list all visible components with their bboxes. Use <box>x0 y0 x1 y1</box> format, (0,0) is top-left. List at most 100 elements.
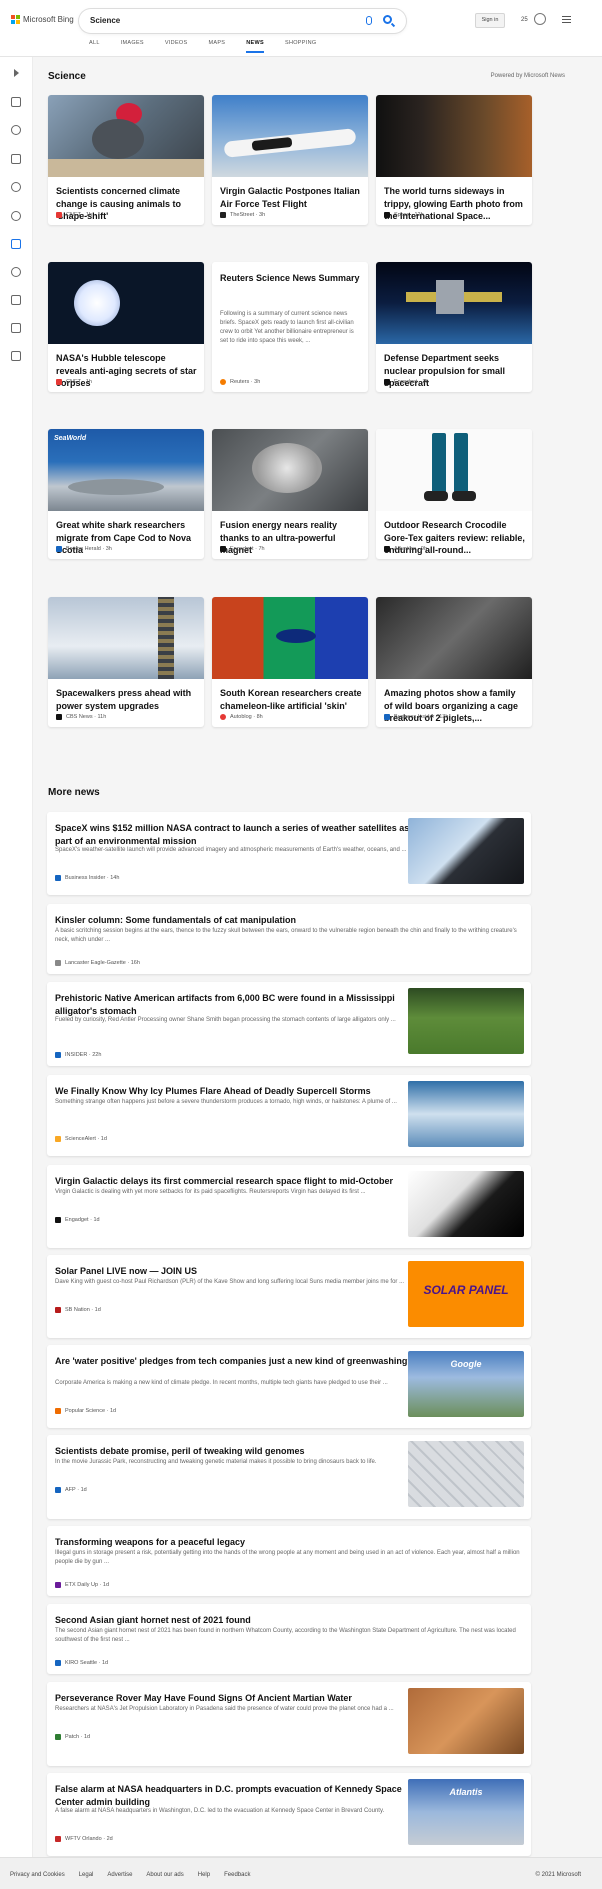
more-news-title-link[interactable]: Scientists debate promise, peril of twea… <box>55 1445 415 1458</box>
more-news-item[interactable]: Scientists debate promise, peril of twea… <box>47 1435 531 1519</box>
more-news-item[interactable]: Prehistoric Native American artifacts fr… <box>47 982 531 1066</box>
crosshair-icon[interactable] <box>11 125 21 135</box>
news-card[interactable]: South Korean researchers create chameleo… <box>212 597 368 727</box>
search-box[interactable]: Science <box>79 9 406 33</box>
rewards-trophy-icon[interactable] <box>534 13 546 25</box>
rewards-count[interactable]: 25 <box>521 17 528 23</box>
more-news-title-link[interactable]: Solar Panel LIVE now — JOIN US <box>55 1265 415 1278</box>
more-news-source: Patch · 1d <box>55 1734 90 1740</box>
footer-help-link[interactable]: Help <box>198 1872 210 1878</box>
footer-legal-link[interactable]: Legal <box>79 1872 94 1878</box>
more-news-title-link[interactable]: Virgin Galactic delays its first commerc… <box>55 1175 415 1188</box>
film-icon[interactable] <box>11 295 21 305</box>
news-card[interactable]: The world turns sideways in trippy, glow… <box>376 95 532 225</box>
expand-sidebar-icon[interactable] <box>14 69 19 77</box>
microphone-icon[interactable] <box>366 16 372 25</box>
more-news-thumbnail[interactable]: SOLAR PANEL <box>408 1261 524 1327</box>
card-source: Engadget · 7h <box>220 546 265 552</box>
globe-icon[interactable] <box>11 211 21 221</box>
tab-videos[interactable]: VIDEOS <box>165 40 188 53</box>
hamburger-menu-icon[interactable] <box>562 16 571 23</box>
more-news-thumbnail[interactable]: Google <box>408 1351 524 1417</box>
cbs-news-favicon-icon <box>56 714 62 720</box>
news-card[interactable]: NASA's Hubble telescope reveals anti-agi… <box>48 262 204 392</box>
more-news-source: SB Nation · 1d <box>55 1307 101 1313</box>
home-icon[interactable] <box>11 97 21 107</box>
card-source: CBS News · 11h <box>56 714 106 720</box>
thestreet-favicon-icon <box>220 212 226 218</box>
tab-images[interactable]: IMAGES <box>121 40 144 53</box>
footer-privacy-link[interactable]: Privacy and Cookies <box>10 1872 65 1878</box>
more-news-title-link[interactable]: Kinsler column: Some fundamentals of cat… <box>55 914 525 927</box>
news-card[interactable]: Virgin Galactic Postpones Italian Air Fo… <box>212 95 368 225</box>
more-news-thumbnail[interactable] <box>408 1688 524 1754</box>
more-news-source: Business Insider · 14h <box>55 875 119 881</box>
more-news-snippet: Dave King with guest co-host Paul Richar… <box>55 1279 405 1285</box>
more-news-title-link[interactable]: We Finally Know Why Icy Plumes Flare Ahe… <box>55 1085 415 1098</box>
bing-logo[interactable]: Microsoft Bing <box>11 15 74 24</box>
sign-in-button[interactable]: Sign in <box>475 13 505 28</box>
more-news-item[interactable]: False alarm at NASA headquarters in D.C.… <box>47 1773 531 1856</box>
news-card[interactable]: Fusion energy nears reality thanks to an… <box>212 429 368 559</box>
card-image <box>48 95 204 177</box>
search-input[interactable]: Science <box>90 16 120 25</box>
tab-maps[interactable]: MAPS <box>208 40 225 53</box>
more-news-thumbnail[interactable] <box>408 1081 524 1147</box>
more-news-title-link[interactable]: SpaceX wins $152 million NASA contract t… <box>55 822 415 847</box>
search-icon[interactable] <box>383 15 392 24</box>
left-sidebar <box>0 57 33 1857</box>
card-title[interactable]: Virgin Galactic Postpones Italian Air Fo… <box>220 185 362 210</box>
more-news-thumbnail[interactable]: Atlantis <box>408 1779 524 1845</box>
more-news-title-link[interactable]: Prehistoric Native American artifacts fr… <box>55 992 415 1017</box>
more-news-thumbnail[interactable] <box>408 1171 524 1237</box>
more-news-item[interactable]: SpaceX wins $152 million NASA contract t… <box>47 812 531 895</box>
card-title[interactable]: Spacewalkers press ahead with power syst… <box>56 687 198 712</box>
more-news-title-link[interactable]: Are 'water positive' pledges from tech c… <box>55 1355 415 1368</box>
more-news-thumbnail[interactable] <box>408 1441 524 1507</box>
more-news-thumbnail[interactable] <box>408 988 524 1054</box>
footer-advertise-link[interactable]: Advertise <box>107 1872 132 1878</box>
more-news-item[interactable]: Are 'water positive' pledges from tech c… <box>47 1345 531 1428</box>
thumbnail-caption: Google <box>450 1359 482 1369</box>
news-card[interactable]: Outdoor Research Crocodile Gore-Tex gait… <box>376 429 532 559</box>
more-news-item[interactable]: Kinsler column: Some fundamentals of cat… <box>47 904 531 974</box>
section-title: Science <box>48 71 86 82</box>
news-card[interactable]: Defense Department seeks nuclear propuls… <box>376 262 532 392</box>
more-news-item[interactable]: Virgin Galactic delays its first commerc… <box>47 1165 531 1248</box>
card-title[interactable]: South Korean researchers create chameleo… <box>220 687 362 712</box>
news-card[interactable]: SeaWorld Great white shark researchers m… <box>48 429 204 559</box>
news-card[interactable]: Amazing photos show a family of wild boa… <box>376 597 532 727</box>
rocket-icon[interactable] <box>11 267 21 277</box>
card-title[interactable]: Reuters Science News Summary <box>220 272 362 285</box>
tab-shopping[interactable]: SHOPPING <box>285 40 316 53</box>
microscope-icon[interactable] <box>11 239 21 249</box>
flag-icon[interactable] <box>11 154 21 164</box>
more-news-title-link[interactable]: False alarm at NASA headquarters in D.C.… <box>55 1783 415 1808</box>
tab-all[interactable]: ALL <box>89 40 100 53</box>
more-news-title-link[interactable]: Transforming weapons for a peaceful lega… <box>55 1536 525 1549</box>
more-news-title-link[interactable]: Second Asian giant hornet nest of 2021 f… <box>55 1614 525 1627</box>
more-news-source: AFP · 1d <box>55 1487 87 1493</box>
engadget-favicon-icon <box>384 379 390 385</box>
powered-by[interactable]: Powered by Microsoft News <box>491 73 565 79</box>
more-news-item[interactable]: Perseverance Rover May Have Found Signs … <box>47 1682 531 1766</box>
more-news-thumbnail[interactable] <box>408 818 524 884</box>
more-news-item[interactable]: We Finally Know Why Icy Plumes Flare Ahe… <box>47 1075 531 1156</box>
more-news-item[interactable]: Second Asian giant hornet nest of 2021 f… <box>47 1604 531 1674</box>
location-pin-icon[interactable] <box>11 182 21 192</box>
tab-news[interactable]: NEWS <box>246 40 264 53</box>
more-news-title-link[interactable]: Perseverance Rover May Have Found Signs … <box>55 1692 415 1705</box>
credit-card-icon[interactable] <box>11 351 21 361</box>
more-news-item[interactable]: Solar Panel LIVE now — JOIN US Dave King … <box>47 1255 531 1338</box>
news-card[interactable]: Reuters Science News Summary Following i… <box>212 262 368 392</box>
footer-about-ads-link[interactable]: About our ads <box>146 1872 183 1878</box>
more-news-snippet: Illegal guns in storage present a risk, … <box>55 1550 520 1565</box>
more-news-item[interactable]: Transforming weapons for a peaceful lega… <box>47 1526 531 1596</box>
space-favicon-icon <box>384 212 390 218</box>
cnet-favicon-icon <box>56 212 62 218</box>
bank-icon[interactable] <box>11 323 21 333</box>
news-card[interactable]: Spacewalkers press ahead with power syst… <box>48 597 204 727</box>
reuters-favicon-icon <box>220 379 226 385</box>
footer-feedback-link[interactable]: Feedback <box>224 1872 250 1878</box>
news-card[interactable]: Scientists concerned climate change is c… <box>48 95 204 225</box>
